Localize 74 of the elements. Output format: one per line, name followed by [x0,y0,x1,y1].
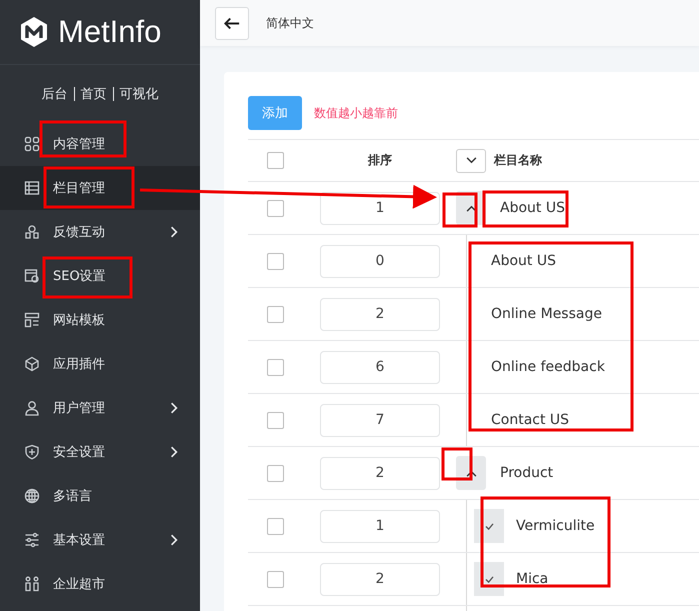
checkbox[interactable] [266,152,284,169]
sidebar-item-label: 内容管理 [53,136,106,153]
sidebar-item[interactable]: 反馈互动 [0,210,200,254]
sidebar-item-label: SEO设置 [53,268,107,285]
highlight-frame [442,192,478,228]
sidebar-item[interactable]: 企业超市 [0,562,200,606]
list-icon [24,180,40,196]
template-icon [24,312,40,328]
sidebar-item-label: 反馈互动 [53,224,106,241]
sidebar-item[interactable]: 内容管理 [0,122,200,166]
column-name: Online feedback [490,359,605,375]
check-icon [484,522,494,530]
shield-icon [24,444,40,460]
column-name: About US [490,253,556,269]
sidebar-item[interactable]: 安全设置 [0,430,200,474]
sidebar-item-label: 应用插件 [53,356,106,373]
sidebar-item[interactable]: 基本设置 [0,518,200,562]
sidebar-item[interactable]: 应用插件 [0,342,200,386]
checkbox[interactable] [266,252,284,270]
cube-icon [24,356,40,372]
column-header: 栏目名称 [494,152,542,169]
order-input[interactable]: 6 [320,350,440,384]
checkbox[interactable] [266,464,284,482]
column-name: Vermiculite [515,518,595,534]
checkbox[interactable] [266,358,284,376]
sidebar-item-label: 用户管理 [53,400,106,417]
column-name: Product [499,465,554,481]
sidebar-item[interactable]: 网站模板 [0,298,200,342]
back-button[interactable] [215,6,249,40]
order-input[interactable]: 7 [320,404,440,436]
sidebar-item[interactable]: SEO设置 [0,254,200,298]
language-label: 简体中文 [266,14,314,32]
nav-link[interactable]: 后台 [42,84,68,102]
logo-text: MetInfo [58,14,162,50]
seo-icon [24,268,40,284]
checkbox[interactable] [266,570,284,588]
chevron-up-icon [466,470,476,476]
order-input[interactable]: 0 [320,244,440,278]
sidebar-item-label: 企业超市 [53,576,106,593]
column-header: 排序 [368,152,392,169]
sliders-icon [24,532,40,548]
sidebar-item-label: 安全设置 [53,444,106,461]
expand-all-button[interactable] [456,148,486,172]
arrow-left-icon [224,16,240,30]
globe-icon [24,488,40,504]
sidebar-item-label: 多语言 [53,488,93,505]
column-name: Online Message [490,306,602,322]
checkbox[interactable] [266,200,284,216]
order-input[interactable]: 2 [320,456,440,490]
chevron-up-icon [466,204,476,212]
hint-text: 数值越小越靠前 [314,104,398,122]
order-input[interactable]: 2 [320,298,440,330]
nav-link[interactable]: 可视化 [120,84,158,102]
sidebar-item-label: 基本设置 [53,532,106,549]
check-toggle[interactable] [474,509,504,543]
column-name: About US [499,200,565,216]
sidebar-item-label: 网站模板 [53,312,106,329]
sidebar-item[interactable]: 用户管理 [0,386,200,430]
column-name: Mica [515,571,548,587]
checkbox[interactable] [266,518,284,534]
sidebar-item[interactable]: 多语言 [0,474,200,518]
highlight-frame [442,448,472,480]
nav-link[interactable]: 首页 [80,84,106,102]
checkbox[interactable] [266,412,284,428]
order-input[interactable]: 2 [320,562,440,596]
sidebar-item-label: 栏目管理 [53,180,106,197]
check-icon [484,576,494,582]
checkbox[interactable] [266,306,284,322]
order-input[interactable]: 1 [320,510,440,542]
logo-icon [18,16,50,48]
user-icon [24,400,40,416]
chevron-down-icon [466,157,476,164]
column-name: Contact US [490,412,570,428]
grid-icon [24,136,40,152]
